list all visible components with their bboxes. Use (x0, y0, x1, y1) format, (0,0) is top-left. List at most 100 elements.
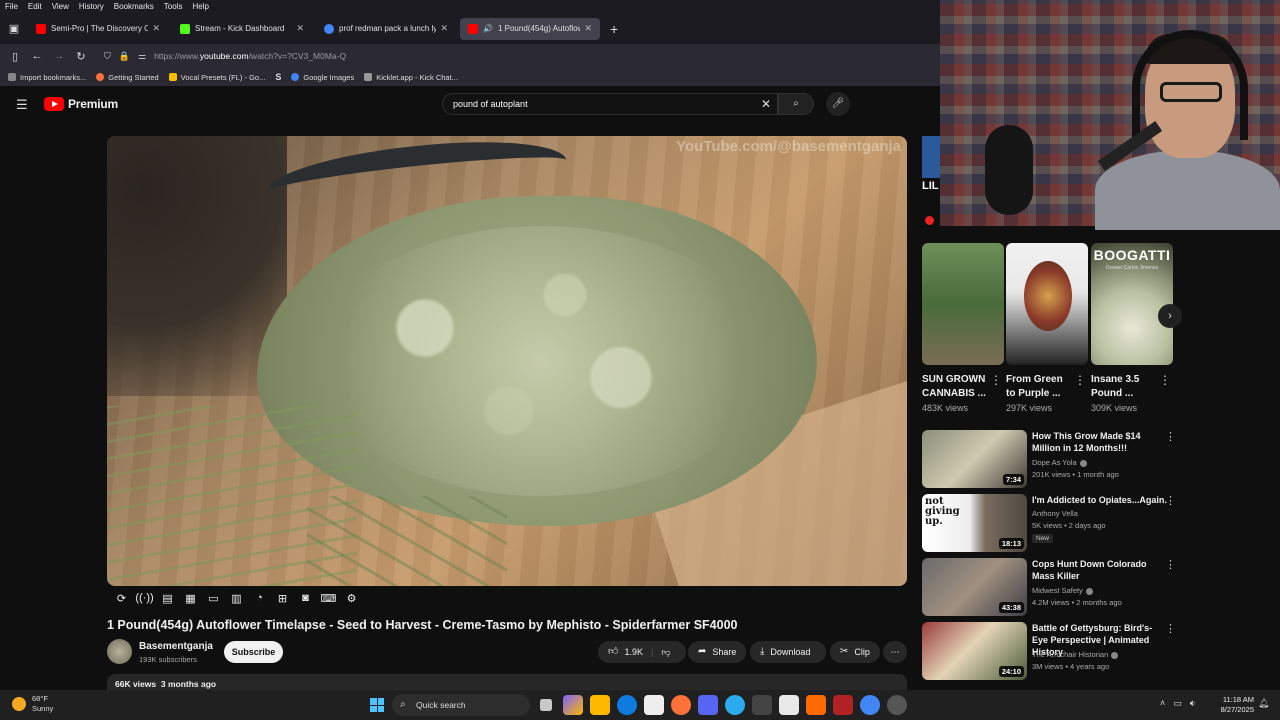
menu-file[interactable]: File (0, 2, 23, 11)
picture-in-picture-icon[interactable]: ▤ (158, 592, 177, 608)
more-vert-icon[interactable]: ⋮ (1165, 494, 1176, 507)
search-button[interactable]: ⌕ (778, 93, 814, 115)
permissions-icon[interactable]: ⚌ (138, 51, 146, 62)
video-thumbnail[interactable]: 43:38 (922, 558, 1027, 616)
chevron-up-icon[interactable]: ˄ (1160, 698, 1165, 709)
thumbs-up-icon[interactable]: 👍︎ (608, 641, 618, 663)
description-box[interactable]: 66K views 3 months ago (107, 674, 907, 690)
cinema-icon[interactable]: ▦ (181, 592, 200, 608)
close-icon[interactable]: ✕ (440, 23, 448, 34)
tab-autoflower[interactable]: 🔊 1 Pound(454g) Autoflower ✕ (460, 17, 600, 40)
short-thumbnail[interactable] (922, 243, 1004, 365)
reload-button[interactable]: ↻ (70, 50, 92, 63)
clock[interactable]: 11:18 AM 8/27/2025 (1216, 695, 1254, 715)
weather-widget[interactable]: 68°F Sunny (12, 694, 53, 714)
store-icon[interactable] (644, 695, 664, 715)
shorts-next-button[interactable]: › (1158, 304, 1182, 328)
notification-icon[interactable]: 🔔︎ (1258, 698, 1269, 709)
mini-player-icon[interactable]: ▥ (227, 592, 246, 608)
more-actions-button[interactable]: ⋯ (883, 641, 907, 663)
new-tab-button[interactable]: + (610, 21, 618, 37)
like-count[interactable]: 1.9K (624, 641, 643, 663)
subscribe-button[interactable]: Subscribe (224, 641, 283, 663)
search-input[interactable]: pound of autoplant ✕ (442, 93, 778, 115)
download-button[interactable]: ⤓ Download (750, 641, 826, 663)
short-item[interactable]: From Green to Purple ... 297K views ⋮ (1006, 243, 1088, 413)
short-thumbnail[interactable] (1006, 243, 1088, 365)
youtube-logo[interactable]: Premium (44, 97, 118, 111)
video-title[interactable]: How This Grow Made $14 Million in 12 Mon… (1032, 430, 1167, 454)
chrome-icon[interactable] (860, 695, 880, 715)
menu-edit[interactable]: Edit (23, 2, 47, 11)
more-vert-icon[interactable]: ⋮ (1165, 430, 1176, 443)
menu-bookmarks[interactable]: Bookmarks (109, 2, 159, 11)
tab-lyrics[interactable]: prof redman pack a lunch lyrics ✕ (316, 18, 456, 40)
channel-name[interactable]: Anthony Vella (1032, 509, 1078, 518)
short-thumbnail[interactable]: BOOGATTI Grower Carlos Jimenez (1091, 243, 1173, 365)
related-video[interactable]: not giving up. 18:13 I'm Addicted to Opi… (922, 494, 1182, 554)
more-vert-icon[interactable]: ⋮ (1074, 373, 1086, 387)
video-thumbnail[interactable]: 24:10 (922, 622, 1027, 680)
app-icon[interactable] (806, 695, 826, 715)
gear-icon[interactable]: ⚙ (342, 592, 361, 608)
menu-help[interactable]: Help (187, 2, 213, 11)
more-vert-icon[interactable]: ⋮ (1159, 373, 1171, 387)
menu-view[interactable]: View (47, 2, 74, 11)
discord-icon[interactable] (698, 695, 718, 715)
video-player[interactable]: YouTube.com/@basementganja (107, 136, 907, 586)
taskbar-search[interactable]: ⌕ Quick search (392, 694, 530, 716)
telegram-icon[interactable] (725, 695, 745, 715)
video-title[interactable]: I'm Addicted to Opiates...Again. (1032, 494, 1167, 506)
channel-avatar[interactable] (107, 639, 132, 664)
app-icon[interactable] (752, 695, 772, 715)
short-title[interactable]: From Green to Purple ... (1006, 373, 1074, 401)
app-icon[interactable] (833, 695, 853, 715)
volume-icon[interactable]: 🔉︎ (1190, 698, 1196, 709)
more-vert-icon[interactable]: ⋮ (1165, 558, 1176, 571)
loop-icon[interactable]: ⟳ (112, 592, 131, 608)
bookmark-vocal-presets[interactable]: Vocal Presets (FL) - Go... (168, 73, 265, 82)
network-icon[interactable]: ▭ (1173, 698, 1182, 709)
tab-kick-dashboard[interactable]: Stream - Kick Dashboard ✕ (172, 18, 312, 40)
windows-start-icon[interactable] (370, 698, 384, 712)
channel-name[interactable]: Basementganja (139, 641, 213, 652)
sidebar-toggle-icon[interactable]: ▯ (4, 50, 26, 63)
menu-tools[interactable]: Tools (159, 2, 188, 11)
bookmark-kicklet[interactable]: Kicklet.app - Kick Chat... (364, 73, 458, 82)
screenshot-icon[interactable]: ◙ (296, 592, 315, 608)
bookmark-getting-started[interactable]: Getting Started (96, 73, 159, 82)
keyboard-icon[interactable]: ⌨ (319, 592, 338, 608)
bookmark-s[interactable]: S (275, 72, 281, 82)
video-title[interactable]: Cops Hunt Down Colorado Mass Killer (1032, 558, 1167, 582)
short-title[interactable]: Insane 3.5 Pound ... (1091, 373, 1159, 401)
bookmark-import[interactable]: Import bookmarks... (8, 73, 86, 82)
channel-name[interactable]: Dope As Yola (1032, 458, 1087, 467)
close-icon[interactable]: ✕ (152, 23, 160, 34)
tab-overview-icon[interactable]: ▣ (0, 13, 28, 44)
related-video[interactable]: 7:34 How This Grow Made $14 Million in 1… (922, 430, 1182, 490)
url-bar[interactable]: ⛉ 🔒 ⚌ https://www. youtube.com/watch?v=?C… (104, 47, 824, 65)
lock-icon[interactable]: 🔒 (119, 51, 130, 62)
tab-semi-pro[interactable]: Semi-Pro | The Discovery Of The ✕ (28, 18, 168, 40)
more-vert-icon[interactable]: ⋮ (990, 373, 1002, 387)
bookmark-google-images[interactable]: Google Images (291, 73, 354, 82)
audio-icon[interactable]: ((·)) (135, 592, 154, 608)
video-thumbnail[interactable]: not giving up. 18:13 (922, 494, 1027, 552)
capcut-icon[interactable] (779, 695, 799, 715)
speaker-icon[interactable]: 🔊 (483, 24, 493, 33)
expand-icon[interactable]: ▭ (204, 592, 223, 608)
back-button[interactable]: ← (26, 50, 48, 62)
menu-icon[interactable]: ☰ (16, 97, 28, 113)
edge-icon[interactable] (617, 695, 637, 715)
channel-name[interactable]: Midwest Safety (1032, 586, 1093, 595)
speed-icon[interactable]: ◔ (250, 592, 269, 608)
file-explorer-icon[interactable] (590, 695, 610, 715)
short-title[interactable]: SUN GROWN CANNABIS ... (922, 373, 990, 401)
channel-name[interactable]: The Armchair Historian (1032, 650, 1119, 659)
voice-search-button[interactable]: 🎤︎ (826, 92, 850, 116)
related-video[interactable]: 24:10 Battle of Gettysburg: Bird's-Eye P… (922, 622, 1182, 682)
firefox-icon[interactable] (671, 695, 691, 715)
shield-icon[interactable]: ⛉ (104, 51, 111, 62)
close-icon[interactable]: ✕ (584, 23, 592, 34)
task-view-icon[interactable] (540, 699, 552, 711)
